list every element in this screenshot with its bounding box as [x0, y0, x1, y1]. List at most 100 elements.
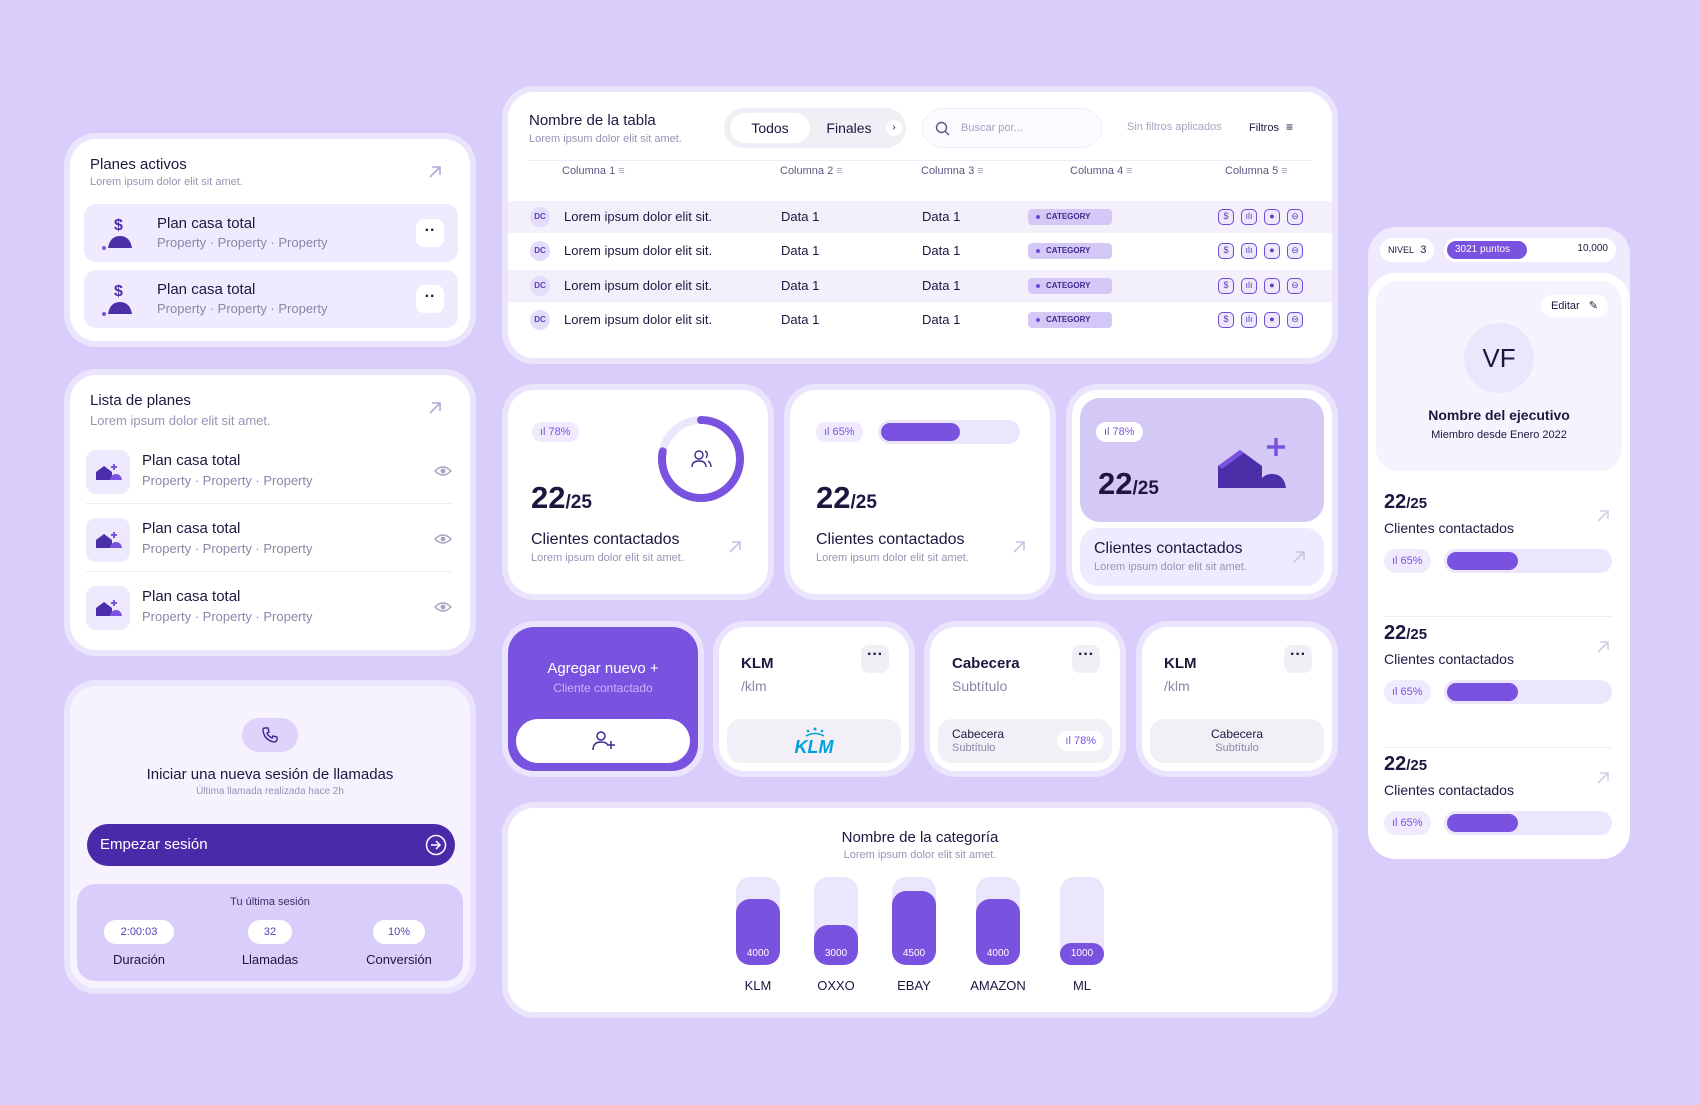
dot-icon[interactable]: ● — [1264, 312, 1280, 328]
dot-icon[interactable]: ● — [1264, 209, 1280, 225]
plan-properties: Property · Property · Property — [142, 541, 313, 556]
table-row[interactable]: DC Lorem ipsum dolor elit sit. Data 1 Da… — [508, 304, 1332, 336]
dollar-icon[interactable]: $ — [1218, 243, 1234, 259]
column-header-3[interactable]: Columna 3 ≡ — [921, 165, 984, 177]
chevron-right-icon[interactable]: › — [886, 120, 902, 136]
table-row[interactable]: DC Lorem ipsum dolor elit sit. Data 1 Da… — [508, 270, 1332, 302]
arrow-up-right-icon[interactable] — [426, 163, 444, 181]
more-options-button[interactable]: ··· — [861, 645, 889, 673]
arrow-up-right-icon[interactable] — [1594, 769, 1612, 787]
profile-stat-item[interactable]: 22/25 Clientes contactados ıl 65% — [1384, 753, 1612, 879]
phone-button[interactable] — [242, 718, 298, 752]
chart-icon[interactable]: ılı — [1241, 209, 1257, 225]
car-icon[interactable]: ⊖ — [1287, 243, 1303, 259]
progress-fill — [1447, 683, 1518, 701]
bar-fill: 3000 — [814, 925, 858, 965]
active-plan-item[interactable]: $ Plan casa total Property · Property · … — [84, 204, 458, 262]
more-options-button[interactable]: ··· — [1072, 645, 1100, 673]
arrow-up-right-icon[interactable] — [1594, 638, 1612, 656]
dollar-icon[interactable]: $ — [1218, 209, 1234, 225]
chart-icon[interactable]: ılı — [1241, 243, 1257, 259]
bar-ml[interactable]: 1000 — [1060, 877, 1104, 965]
call-session-subtitle: Última llamada realizada hace 2h — [196, 786, 344, 797]
more-options-button[interactable]: ··· — [1284, 645, 1312, 673]
profile-body: Editar ✎ VF Nombre del ejecutivo Miembro… — [1368, 273, 1630, 859]
arrow-up-right-icon[interactable] — [1290, 548, 1308, 566]
start-session-button[interactable]: Empezar sesión — [87, 824, 455, 866]
arrow-up-right-icon[interactable] — [1010, 538, 1028, 556]
plan-list-item[interactable]: Plan casa total Property · Property · Pr… — [86, 510, 452, 572]
car-icon[interactable]: ⊖ — [1287, 312, 1303, 328]
stat-label: Clientes contactados — [1384, 520, 1514, 536]
plan-list-item[interactable]: Plan casa total Property · Property · Pr… — [86, 578, 452, 640]
bar-klm[interactable]: 4000 — [736, 877, 780, 965]
cell-col1: Lorem ipsum dolor elit sit. — [564, 312, 713, 327]
table-row[interactable]: DC Lorem ipsum dolor elit sit. Data 1 Da… — [508, 235, 1332, 267]
plan-name: Plan casa total — [142, 588, 241, 605]
progress-bar — [1444, 549, 1612, 573]
tab-todos[interactable]: Todos — [730, 113, 810, 143]
arrow-up-right-icon[interactable] — [1594, 507, 1612, 525]
progress-bar — [1444, 811, 1612, 835]
plan-properties: Property · Property · Property — [142, 609, 313, 624]
eye-icon[interactable] — [434, 532, 452, 546]
house-plus-icon — [86, 450, 130, 494]
bar-ebay[interactable]: 4500 — [892, 877, 936, 965]
points-value: 3021 puntos — [1455, 244, 1511, 255]
dollar-icon[interactable]: $ — [1218, 278, 1234, 294]
more-options-button[interactable]: ·· — [416, 219, 444, 247]
stat-card-donut[interactable]: ıl 78% 22/25 Clientes contactados Lorem … — [508, 390, 768, 594]
avatar: VF — [1464, 323, 1534, 393]
bar-fill: 1000 — [1060, 943, 1104, 965]
plan-name: Plan casa total — [142, 520, 241, 537]
eye-icon[interactable] — [434, 464, 452, 478]
more-options-button[interactable]: ·· — [416, 285, 444, 313]
plan-list-item[interactable]: Plan casa total Property · Property · Pr… — [86, 442, 452, 504]
column-header-2[interactable]: Columna 2 ≡ — [780, 165, 843, 177]
table-row[interactable]: DC Lorem ipsum dolor elit sit. Data 1 Da… — [508, 201, 1332, 233]
profile-stat-item[interactable]: 22/25 Clientes contactados ıl 65% — [1384, 622, 1612, 748]
bar-value-label: 4500 — [902, 948, 926, 959]
stat-calls-label: Llamadas — [241, 952, 299, 967]
filters-label: Filtros — [1249, 122, 1279, 134]
search-box[interactable]: Buscar por... — [922, 108, 1102, 148]
inner-subtitle: Subtítulo — [1215, 742, 1259, 754]
stat-card-bar[interactable]: ıl 65% 22/25 Clientes contactados Lorem … — [790, 390, 1050, 594]
column-header-4[interactable]: Columna 4 ≡ — [1070, 165, 1133, 177]
arrow-up-right-icon[interactable] — [426, 399, 444, 417]
car-icon[interactable]: ⊖ — [1287, 209, 1303, 225]
profile-stat-item[interactable]: 22/25 Clientes contactados ıl 65% — [1384, 491, 1612, 617]
filter-lines-icon: ≡ — [1286, 120, 1294, 134]
bar-amazon[interactable]: 4000 — [976, 877, 1020, 965]
column-header-5[interactable]: Columna 5 ≡ — [1225, 165, 1288, 177]
cabecera-card[interactable]: Cabecera Subtítulo ··· Cabecera Subtítul… — [930, 627, 1120, 771]
klm-logo: KLM — [794, 737, 834, 757]
house-dollar-icon: $ — [102, 283, 132, 316]
houses-plus-icon — [1218, 438, 1286, 488]
edit-button[interactable]: Editar ✎ — [1540, 295, 1608, 317]
stat-value: 22/25 — [1384, 753, 1428, 775]
chart-icon[interactable]: ılı — [1241, 278, 1257, 294]
tab-finales[interactable]: Finales — [816, 113, 882, 143]
dot-icon[interactable]: ● — [1264, 278, 1280, 294]
stat-label: Clientes contactados — [1384, 651, 1514, 667]
arrow-up-right-icon[interactable] — [726, 538, 744, 556]
car-icon[interactable]: ⊖ — [1287, 278, 1303, 294]
stat-card-houses[interactable]: ıl 78% 22/25 Clientes contactados Lorem … — [1072, 390, 1332, 594]
search-input[interactable]: Buscar por... — [961, 122, 1023, 134]
dollar-icon[interactable]: $ — [1218, 312, 1234, 328]
filters-button[interactable]: Filtros ≡ — [1249, 120, 1293, 134]
chart-icon[interactable]: ılı — [1241, 312, 1257, 328]
column-header-1[interactable]: Columna 1 ≡ — [562, 165, 625, 177]
bar-oxxo[interactable]: 3000 — [814, 877, 858, 965]
bar-value-label: 4000 — [986, 948, 1010, 959]
bar-category-label: ML — [1072, 978, 1092, 993]
avatar: DC — [530, 310, 550, 330]
active-plan-item[interactable]: $ Plan casa total Property · Property · … — [84, 270, 458, 328]
klm-card[interactable]: KLM /klm ··· KLM — [719, 627, 909, 771]
dot-icon[interactable]: ● — [1264, 243, 1280, 259]
add-client-button[interactable] — [516, 719, 690, 763]
klm-card-2[interactable]: KLM /klm ··· Cabecera Subtítulo — [1142, 627, 1332, 771]
points-max: 10,000 — [1577, 243, 1608, 254]
eye-icon[interactable] — [434, 600, 452, 614]
